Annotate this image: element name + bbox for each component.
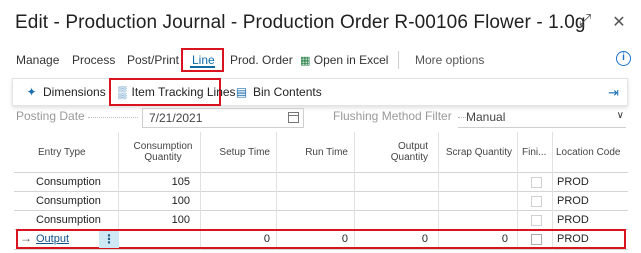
expand-icon[interactable]: ⤢ <box>577 12 593 30</box>
page-title: Edit - Production Journal - Production O… <box>15 12 586 33</box>
location-code-cell[interactable]: PROD <box>557 230 589 248</box>
line-action-bar: ✦ Dimensions ▒ Item Tracking Lines ▤ Bin… <box>12 78 628 106</box>
col-header-consumption-quantity[interactable]: Consumption Quantity <box>120 132 206 172</box>
consumption-quantity-cell[interactable]: 100 <box>124 211 190 229</box>
flushing-method-select[interactable]: Manual ∨ <box>458 108 626 128</box>
window-controls: ⤢ ✕ <box>577 12 627 31</box>
output-quantity-cell[interactable]: 0 <box>356 230 428 248</box>
entry-type-cell[interactable]: Consumption <box>36 211 101 229</box>
excel-icon: ▦ <box>300 55 311 67</box>
finished-checkbox <box>531 177 542 188</box>
active-tab-indicator <box>190 66 215 68</box>
pin-icon[interactable]: ⇥ <box>608 85 619 101</box>
menu-manage[interactable]: Manage <box>16 53 59 67</box>
bin-contents-icon: ▤ <box>235 84 248 99</box>
col-header-output-quantity[interactable]: Output Quantity <box>364 132 428 172</box>
col-header-finished[interactable]: Fini... <box>522 132 550 172</box>
scrap-quantity-cell[interactable]: 0 <box>438 230 508 248</box>
col-header-scrap-quantity[interactable]: Scrap Quantity <box>438 132 512 172</box>
info-icon[interactable]: i <box>616 51 631 66</box>
bin-contents-label: Bin Contents <box>253 85 322 99</box>
item-tracking-lines-label: Item Tracking Lines <box>131 85 236 99</box>
chevron-down-icon: ∨ <box>616 110 624 121</box>
dimensions-button[interactable]: ✦ Dimensions <box>25 79 106 105</box>
flushing-method-value: Manual <box>466 110 506 124</box>
menu-process[interactable]: Process <box>72 53 115 67</box>
menu-open-in-excel[interactable]: ▦ Open in Excel <box>300 53 388 67</box>
col-header-run-time[interactable]: Run Time <box>282 132 348 172</box>
action-menu: Manage Process Post/Print Line Prod. Ord… <box>0 48 641 72</box>
item-tracking-icon: ▒ <box>118 84 127 99</box>
run-time-cell[interactable]: 0 <box>278 230 348 248</box>
col-header-setup-time[interactable]: Setup Time <box>200 132 270 172</box>
menu-separator <box>398 51 399 69</box>
dimensions-icon: ✦ <box>26 84 37 99</box>
dimensions-label: Dimensions <box>43 85 106 99</box>
label-leader <box>88 117 138 118</box>
finished-checkbox[interactable] <box>531 234 542 245</box>
menu-post-print[interactable]: Post/Print <box>127 53 179 67</box>
close-icon[interactable]: ✕ <box>611 12 627 31</box>
calendar-icon[interactable] <box>288 112 299 123</box>
posting-date-value: 7/21/2021 <box>149 111 203 125</box>
consumption-quantity-cell[interactable]: 100 <box>124 192 190 210</box>
row-divider <box>14 210 628 211</box>
entry-type-cell[interactable]: Output <box>36 230 69 248</box>
filter-bar: Posting Date 7/21/2021 Flushing Method F… <box>0 108 641 130</box>
row-divider <box>14 191 628 192</box>
flushing-method-label: Flushing Method Filter <box>333 109 452 123</box>
current-row-arrow-icon: → <box>20 231 32 245</box>
finished-checkbox <box>531 196 542 207</box>
setup-time-cell[interactable]: 0 <box>200 230 270 248</box>
item-tracking-lines-button[interactable]: ▒ Item Tracking Lines <box>109 78 236 106</box>
col-header-location-code[interactable]: Location Code <box>556 132 628 172</box>
menu-prod-order[interactable]: Prod. Order <box>230 53 293 67</box>
row-actions-icon[interactable]: ⋮ <box>99 231 119 248</box>
menu-line[interactable]: Line <box>181 48 224 72</box>
menu-more-options[interactable]: More options <box>415 53 484 67</box>
row-divider <box>14 249 628 250</box>
menu-line-label: Line <box>192 53 215 67</box>
posting-date-field[interactable]: 7/21/2021 <box>142 108 304 128</box>
bin-contents-button[interactable]: ▤ Bin Contents <box>235 79 322 105</box>
location-code-cell[interactable]: PROD <box>557 192 589 210</box>
consumption-quantity-cell[interactable]: 105 <box>124 173 190 191</box>
header-divider <box>14 172 628 173</box>
col-header-entry-type[interactable]: Entry Type <box>38 132 108 172</box>
location-code-cell[interactable]: PROD <box>557 211 589 229</box>
location-code-cell[interactable]: PROD <box>557 173 589 191</box>
posting-date-label: Posting Date <box>16 109 85 123</box>
entry-type-cell[interactable]: Consumption <box>36 173 101 191</box>
entry-type-cell[interactable]: Consumption <box>36 192 101 210</box>
finished-checkbox <box>531 215 542 226</box>
